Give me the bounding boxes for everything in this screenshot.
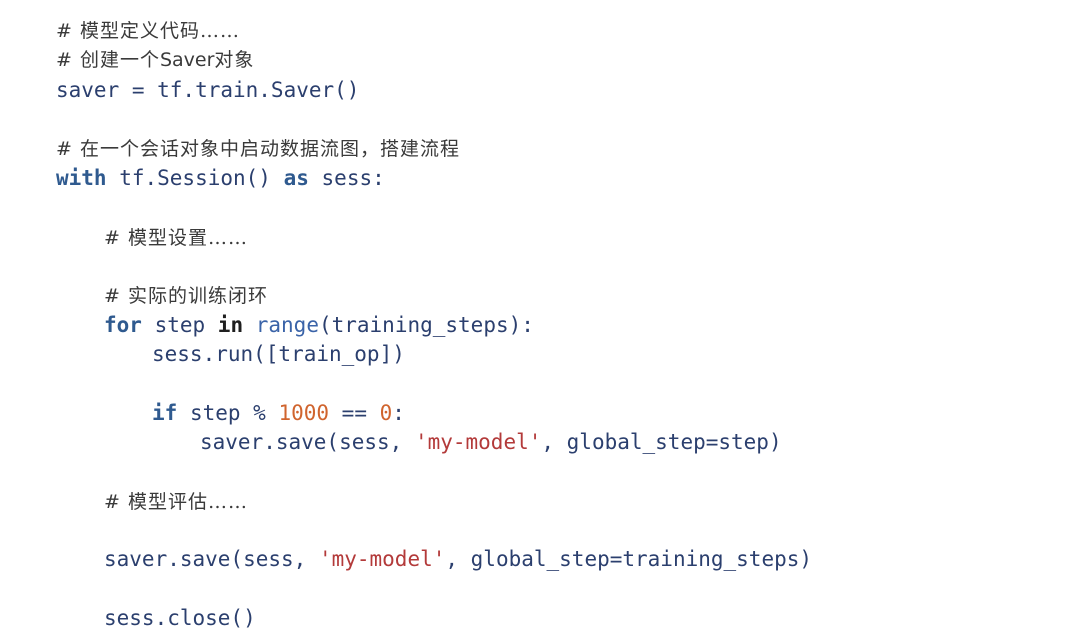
code-text: sess: bbox=[308, 166, 385, 190]
code-number: 0 bbox=[379, 401, 393, 425]
code-line: # 模型定义代码…… bbox=[56, 17, 240, 43]
code-text: saver.save(sess, bbox=[200, 430, 415, 454]
code-keyword: as bbox=[283, 166, 309, 190]
code-line: saver = tf.train.Saver() bbox=[56, 77, 359, 103]
code-string: 'my-model' bbox=[318, 547, 446, 571]
code-comment: # 创建一个 bbox=[56, 49, 160, 71]
code-text: step bbox=[141, 313, 218, 337]
code-line: saver.save(sess, 'my-model', global_step… bbox=[104, 546, 812, 572]
code-comment: # 模型评估…… bbox=[104, 491, 248, 513]
code-text: saver.save(sess, bbox=[104, 547, 319, 571]
code-block: # 模型定义代码…… # 创建一个Saver对象 saver = tf.trai… bbox=[0, 0, 1091, 635]
code-text: saver = tf.train.Saver() bbox=[56, 78, 360, 102]
code-comment: # 实际的训练闭环 bbox=[104, 285, 268, 307]
code-text: , global_step=step) bbox=[541, 430, 782, 454]
code-line: # 创建一个Saver对象 bbox=[56, 46, 254, 72]
code-line: if step % 1000 == 0: bbox=[152, 400, 405, 426]
code-line: sess.close() bbox=[104, 605, 256, 631]
code-comment: 对象 bbox=[214, 49, 255, 71]
code-number: 1000 bbox=[278, 401, 330, 425]
code-line: for step in range(training_steps): bbox=[104, 312, 534, 338]
code-keyword: if bbox=[152, 401, 178, 425]
code-line: # 模型评估…… bbox=[104, 488, 248, 514]
code-keyword: in bbox=[217, 313, 244, 337]
code-keyword: for bbox=[104, 313, 142, 337]
code-line: # 模型设置…… bbox=[104, 224, 248, 250]
code-builtin: range bbox=[255, 313, 319, 337]
code-text: == bbox=[329, 401, 380, 425]
code-text: : bbox=[392, 401, 405, 425]
code-comment: # 模型设置…… bbox=[104, 227, 248, 249]
code-comment: Saver bbox=[159, 49, 215, 71]
code-text: step % bbox=[177, 401, 279, 425]
code-line: saver.save(sess, 'my-model', global_step… bbox=[200, 429, 782, 455]
code-line: with tf.Session() as sess: bbox=[56, 165, 385, 191]
code-line: sess.run([train_op]) bbox=[152, 341, 405, 367]
code-keyword: with bbox=[56, 166, 107, 190]
code-text: , global_step=training_steps) bbox=[445, 547, 813, 571]
code-line: # 实际的训练闭环 bbox=[104, 282, 268, 308]
code-text: sess.close() bbox=[104, 606, 256, 630]
code-comment: # 模型定义代码…… bbox=[56, 20, 240, 42]
code-string: 'my-model' bbox=[414, 430, 542, 454]
code-comment: # 在一个会话对象中启动数据流图，搭建流程 bbox=[56, 138, 460, 160]
code-text: tf.Session() bbox=[106, 166, 284, 190]
code-line: # 在一个会话对象中启动数据流图，搭建流程 bbox=[56, 135, 460, 161]
code-text: (training_steps): bbox=[318, 313, 534, 337]
code-text: sess.run([train_op]) bbox=[152, 342, 405, 366]
